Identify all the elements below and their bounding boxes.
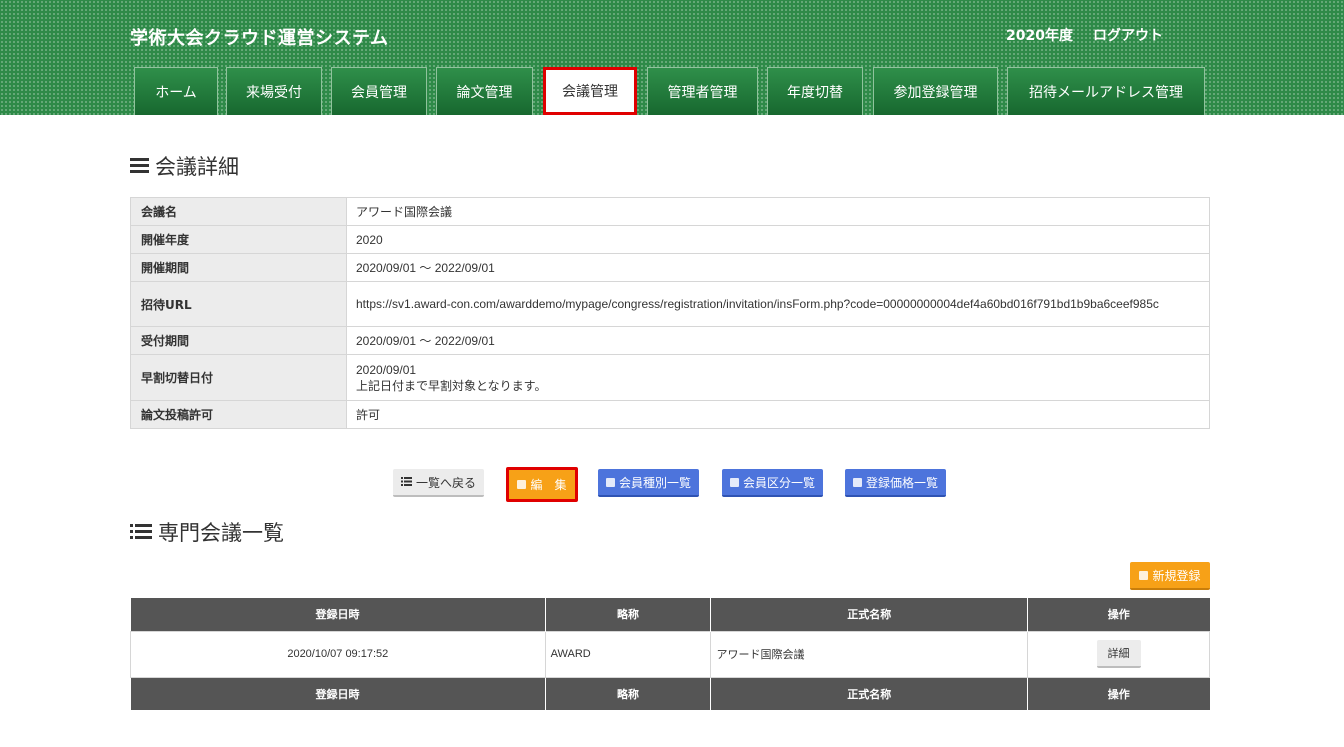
detail-row: 会議名 アワード国際会議 (130, 197, 1210, 226)
detail-label: 招待URL (130, 281, 347, 327)
tab-paper-management[interactable]: 論文管理 (436, 67, 533, 115)
app-title: 学術大会クラウド運営システム (130, 28, 389, 49)
checkbox-icon (605, 477, 615, 487)
early-bird-cell: 2020/09/01 上記日付まで早割対象となります。 (346, 354, 1210, 401)
sub-conference-table: 登録日時 略称 正式名称 操作 2020/10/07 09:17:52 AWAR… (130, 598, 1210, 710)
column-footer-action: 操作 (1027, 677, 1210, 710)
detail-label: 会議名 (130, 197, 347, 226)
checkbox-icon (852, 477, 862, 487)
edit-label: 編 集 (530, 478, 567, 492)
table-header-row: 登録日時 略称 正式名称 操作 (130, 598, 1210, 631)
tab-invite-email-management[interactable]: 招待メールアドレス管理 (1007, 67, 1205, 115)
sub-conference-title: 専門会議一覧 (158, 521, 284, 545)
back-to-list-button[interactable]: 一覧へ戻る (393, 469, 484, 497)
edit-button[interactable]: 編 集 (506, 467, 578, 502)
member-categories-button[interactable]: 会員区分一覧 (722, 469, 823, 497)
tab-admin-management[interactable]: 管理者管理 (647, 67, 758, 115)
column-header-abbr: 略称 (545, 598, 712, 631)
price-list-button[interactable]: 登録価格一覧 (845, 469, 946, 497)
invite-url-value[interactable]: https://sv1.award-con.com/awarddemo/mypa… (356, 296, 1200, 312)
name-cell: アワード国際会議 (710, 630, 1029, 678)
logout-link[interactable]: ログアウト (1093, 25, 1163, 45)
detail-row: 早割切替日付 2020/09/01 上記日付まで早割対象となります。 (130, 354, 1210, 401)
column-header-registered: 登録日時 (130, 598, 546, 631)
abbr-cell: AWARD (544, 630, 712, 678)
member-types-label: 会員種別一覧 (618, 475, 691, 490)
conference-detail-table: 会議名 アワード国際会議 開催年度 2020 開催期間 2020/09/01 ～… (130, 197, 1210, 429)
column-header-name: 正式名称 (710, 598, 1029, 631)
column-footer-name: 正式名称 (710, 677, 1029, 710)
detail-row: 招待URL https://sv1.award-con.com/awarddem… (130, 281, 1210, 327)
conference-detail-heading: 会議詳細 (130, 151, 239, 181)
table-footer-row: 登録日時 略称 正式名称 操作 (130, 677, 1210, 710)
detail-button[interactable]: 詳細 (1096, 640, 1141, 668)
tab-home[interactable]: ホーム (134, 67, 218, 115)
reception-period-value: 2020/09/01 ～ 2022/09/01 (346, 326, 1210, 355)
column-footer-registered: 登録日時 (130, 677, 546, 710)
list-icon (400, 475, 412, 489)
tab-registration-management[interactable]: 参加登録管理 (873, 67, 998, 115)
paper-submission-value: 許可 (346, 400, 1210, 429)
tab-conference-management[interactable]: 会議管理 (543, 67, 637, 115)
fiscal-year-label: 2020年度 (1006, 28, 1073, 44)
column-footer-abbr: 略称 (545, 677, 712, 710)
menu-lines-icon (130, 154, 149, 178)
detail-label: 受付期間 (130, 326, 347, 355)
checkbox-icon (729, 477, 739, 487)
registered-cell: 2020/10/07 09:17:52 (130, 630, 546, 678)
conference-name-value: アワード国際会議 (346, 197, 1210, 226)
early-bird-date: 2020/09/01 (356, 362, 417, 377)
tab-year-switch[interactable]: 年度切替 (767, 67, 863, 115)
tab-member-management[interactable]: 会員管理 (331, 67, 427, 115)
main-nav: ホーム 来場受付 会員管理 論文管理 会議管理 管理者管理 年度切替 参加登録管… (0, 67, 1344, 115)
column-header-action: 操作 (1027, 598, 1210, 631)
new-registration-label: 新規登録 (1152, 568, 1201, 583)
app-header: 学術大会クラウド運営システム 2020年度 ログアウト ホーム 来場受付 会員管… (0, 0, 1344, 115)
member-categories-label: 会員区分一覧 (742, 475, 815, 490)
detail-label: 論文投稿許可 (130, 400, 347, 429)
sub-conference-heading: 専門会議一覧 (130, 517, 284, 547)
action-cell: 詳細 (1027, 630, 1210, 678)
member-types-button[interactable]: 会員種別一覧 (598, 469, 699, 497)
back-to-list-label: 一覧へ戻る (415, 475, 476, 490)
price-list-label: 登録価格一覧 (865, 475, 938, 490)
new-registration-button[interactable]: 新規登録 (1130, 562, 1210, 590)
detail-row: 論文投稿許可 許可 (130, 400, 1210, 429)
detail-row: 開催年度 2020 (130, 225, 1210, 254)
edit-icon (517, 480, 527, 489)
plus-icon (1139, 570, 1149, 580)
event-period-value: 2020/09/01 ～ 2022/09/01 (346, 253, 1210, 282)
detail-label: 開催期間 (130, 253, 347, 282)
page-title: 会議詳細 (155, 155, 239, 179)
table-row: 2020/10/07 09:17:52 AWARD アワード国際会議 詳細 (130, 630, 1210, 678)
year-value: 2020 (346, 225, 1210, 254)
tab-reception[interactable]: 来場受付 (226, 67, 322, 115)
detail-row: 開催期間 2020/09/01 ～ 2022/09/01 (130, 253, 1210, 282)
early-bird-note: 上記日付まで早割対象となります。 (356, 378, 547, 393)
detail-label: 早割切替日付 (130, 354, 347, 401)
detail-label: 開催年度 (130, 225, 347, 254)
bullet-list-icon (130, 520, 152, 544)
detail-row: 受付期間 2020/09/01 ～ 2022/09/01 (130, 326, 1210, 355)
invite-url-cell: https://sv1.award-con.com/awarddemo/mypa… (346, 281, 1210, 327)
